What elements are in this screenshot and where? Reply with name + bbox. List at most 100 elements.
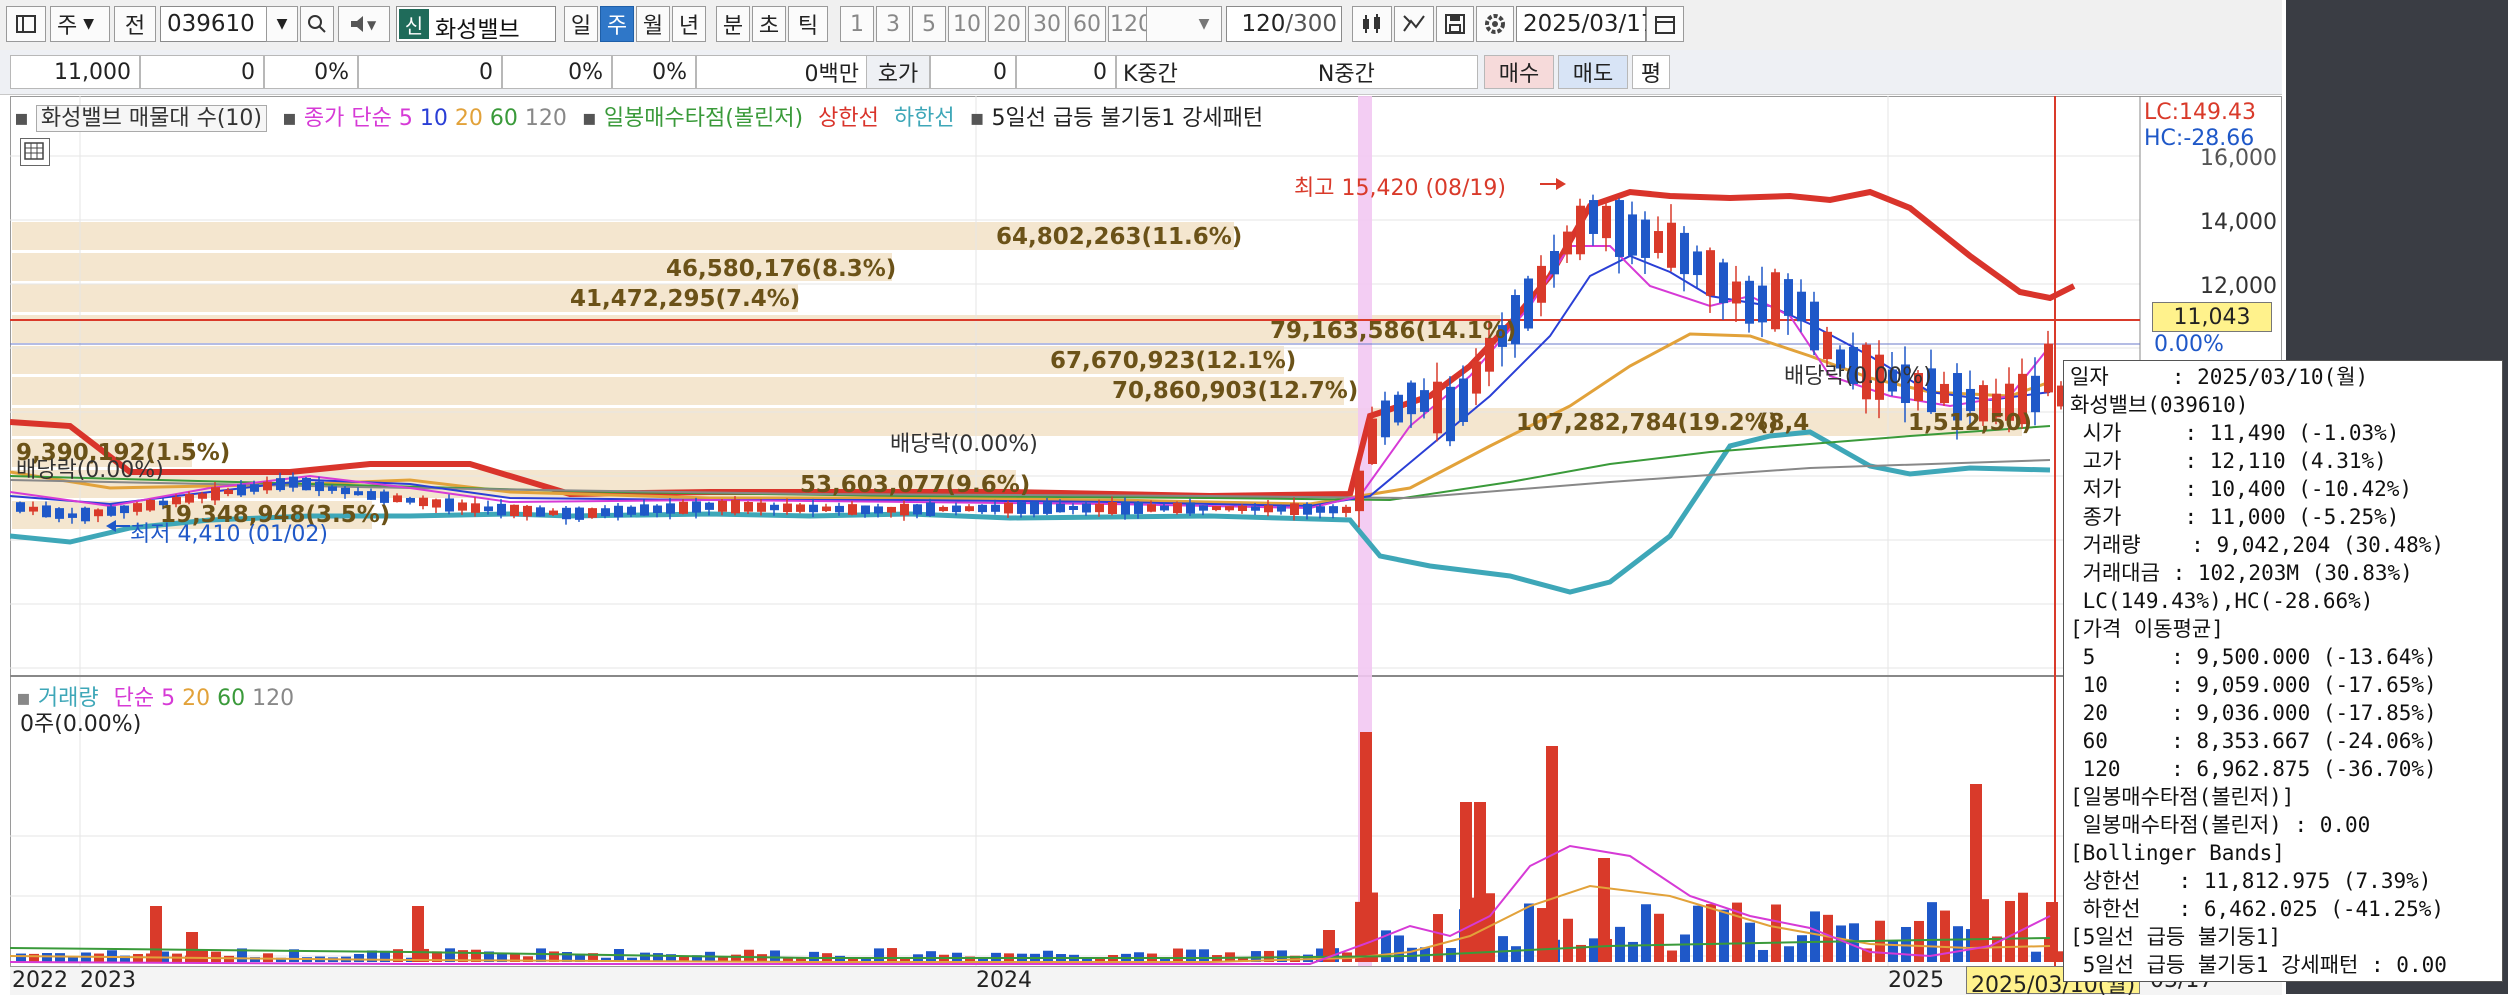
tooltip-line: 120 : 6,962.875 (-36.70%) — [2070, 757, 2437, 781]
candle-body — [1602, 205, 1611, 239]
candle-body — [237, 484, 246, 496]
legend-ma-label[interactable]: 종가 단순 — [304, 106, 392, 131]
hoga-cell-1: 0 — [930, 55, 1016, 89]
unit-select[interactable]: ▼ — [1146, 6, 1222, 42]
candle-body — [783, 503, 792, 513]
legend-ma10: 10 — [419, 106, 448, 131]
candle-body — [68, 513, 77, 518]
period-select[interactable]: 주 ▼ — [50, 6, 110, 42]
k-mid-cell: K중간 N중간 — [1116, 55, 1478, 89]
num-60[interactable]: 60 — [1068, 6, 1106, 42]
candle-body — [627, 506, 636, 515]
volume-bar — [2031, 951, 2041, 962]
candle-body — [809, 504, 818, 513]
num-1[interactable]: 1 — [840, 6, 874, 42]
candle-body — [1459, 378, 1468, 422]
interval-minute[interactable]: 분 — [716, 6, 750, 42]
tooltip-line: 60 : 8,353.667 (-24.06%) — [2070, 729, 2437, 753]
candle-body — [770, 504, 779, 511]
candle-body — [1186, 502, 1195, 514]
buy-button[interactable]: 매수 — [1484, 55, 1554, 89]
candle-body — [120, 505, 129, 514]
candle-body — [1550, 250, 1559, 275]
volume-bar — [1498, 936, 1508, 962]
num-20[interactable]: 20 — [988, 6, 1026, 42]
volume-bar — [1693, 905, 1703, 962]
legend-pattern[interactable]: 5일선 급등 불기둥1 강세패턴 — [992, 106, 1264, 131]
candle-body — [1329, 506, 1338, 514]
legend-main[interactable]: 화성밸브 매물대 수(10) — [35, 105, 267, 132]
pct-cell-2: 0% — [502, 55, 612, 89]
legend-ma120: 120 — [524, 106, 567, 131]
search-icon[interactable] — [300, 6, 334, 42]
volume-bar — [211, 951, 221, 962]
candle-body — [653, 505, 662, 513]
volume-bar — [1784, 946, 1794, 962]
price-cell: 11,000 — [10, 55, 140, 89]
stock-name-box[interactable]: 신 화성밸브 — [396, 6, 556, 43]
interval-tick[interactable]: 틱 — [788, 6, 828, 42]
chevron-down-icon: ▼ — [83, 16, 95, 32]
volume-ma60: 60 — [217, 686, 246, 711]
volume-bar — [1615, 926, 1625, 962]
y-tick: 0.00% — [2154, 332, 2224, 357]
volume-bar — [42, 953, 52, 962]
tooltip-line: 일자 : 2025/03/10(월) — [2070, 365, 2369, 389]
candle-body — [952, 505, 961, 513]
speaker-icon[interactable]: ▼ — [338, 6, 390, 42]
draw-tool-icon[interactable] — [1394, 6, 1434, 42]
candle-body — [1355, 470, 1364, 512]
candle-body — [497, 503, 506, 516]
candle-body — [484, 506, 493, 512]
lc-label: LC:149.43 — [2144, 100, 2257, 125]
candle-body — [1433, 381, 1442, 434]
candle-body — [445, 498, 454, 512]
num-3[interactable]: 3 — [876, 6, 910, 42]
prev-button[interactable]: 전 — [114, 6, 156, 42]
volume-zero-label: 0주(0.00%) — [20, 712, 142, 737]
date-input[interactable]: 2025/03/17 — [1516, 6, 1656, 42]
tooltip-line: 20 : 9,036.000 (-17.85%) — [2070, 701, 2437, 725]
layout-icon[interactable] — [6, 6, 46, 42]
calendar-icon[interactable] — [1646, 6, 1684, 42]
chevron-down-icon: ▼ — [1198, 16, 1210, 32]
num-30[interactable]: 30 — [1028, 6, 1066, 42]
code-dropdown-icon[interactable]: ▼ — [266, 6, 298, 42]
save-icon[interactable] — [1436, 6, 1474, 42]
chart-legend: ▪ 화성밸브 매물대 수(10) ▪ 종가 단순 5 10 20 60 120 … — [14, 100, 1263, 132]
interval-month[interactable]: 월 — [636, 6, 670, 42]
grid-toggle-icon[interactable] — [20, 138, 50, 166]
legend-square-icon: ▪ — [282, 106, 297, 131]
candle-body — [289, 476, 298, 488]
volume-bar — [16, 953, 26, 962]
num-5[interactable]: 5 — [912, 6, 946, 42]
candle-type-icon[interactable] — [1352, 6, 1392, 42]
candle-body — [1693, 251, 1702, 276]
volume-bar — [354, 953, 364, 962]
interval-day[interactable]: 일 — [564, 6, 598, 42]
candle-body — [1277, 506, 1286, 512]
interval-week[interactable]: 주 — [600, 6, 634, 42]
candle-body — [250, 484, 259, 492]
count-input[interactable]: 120/300 — [1226, 6, 1342, 42]
candle-body — [822, 506, 831, 512]
candle-body — [393, 495, 402, 503]
num-10[interactable]: 10 — [948, 6, 986, 42]
candle-body — [1628, 214, 1637, 256]
candle-body — [913, 504, 922, 515]
interval-year[interactable]: 년 — [672, 6, 706, 42]
candle-body — [1082, 503, 1091, 513]
candle-body — [1966, 388, 1975, 412]
volume-bar — [1810, 911, 1820, 962]
candle-body — [471, 503, 480, 513]
volume-bar — [1654, 913, 1664, 962]
flat-button[interactable]: 평 — [1632, 55, 1670, 89]
interval-second[interactable]: 초 — [752, 6, 786, 42]
gear-icon[interactable] — [1476, 6, 1514, 42]
volume-bar — [198, 949, 208, 962]
candle-body — [1706, 250, 1715, 296]
volume-bar — [1719, 909, 1729, 962]
candle-body — [263, 481, 272, 491]
sell-button[interactable]: 매도 — [1558, 55, 1628, 89]
legend-bb[interactable]: 일봉매수타점(볼린저) — [604, 106, 803, 131]
